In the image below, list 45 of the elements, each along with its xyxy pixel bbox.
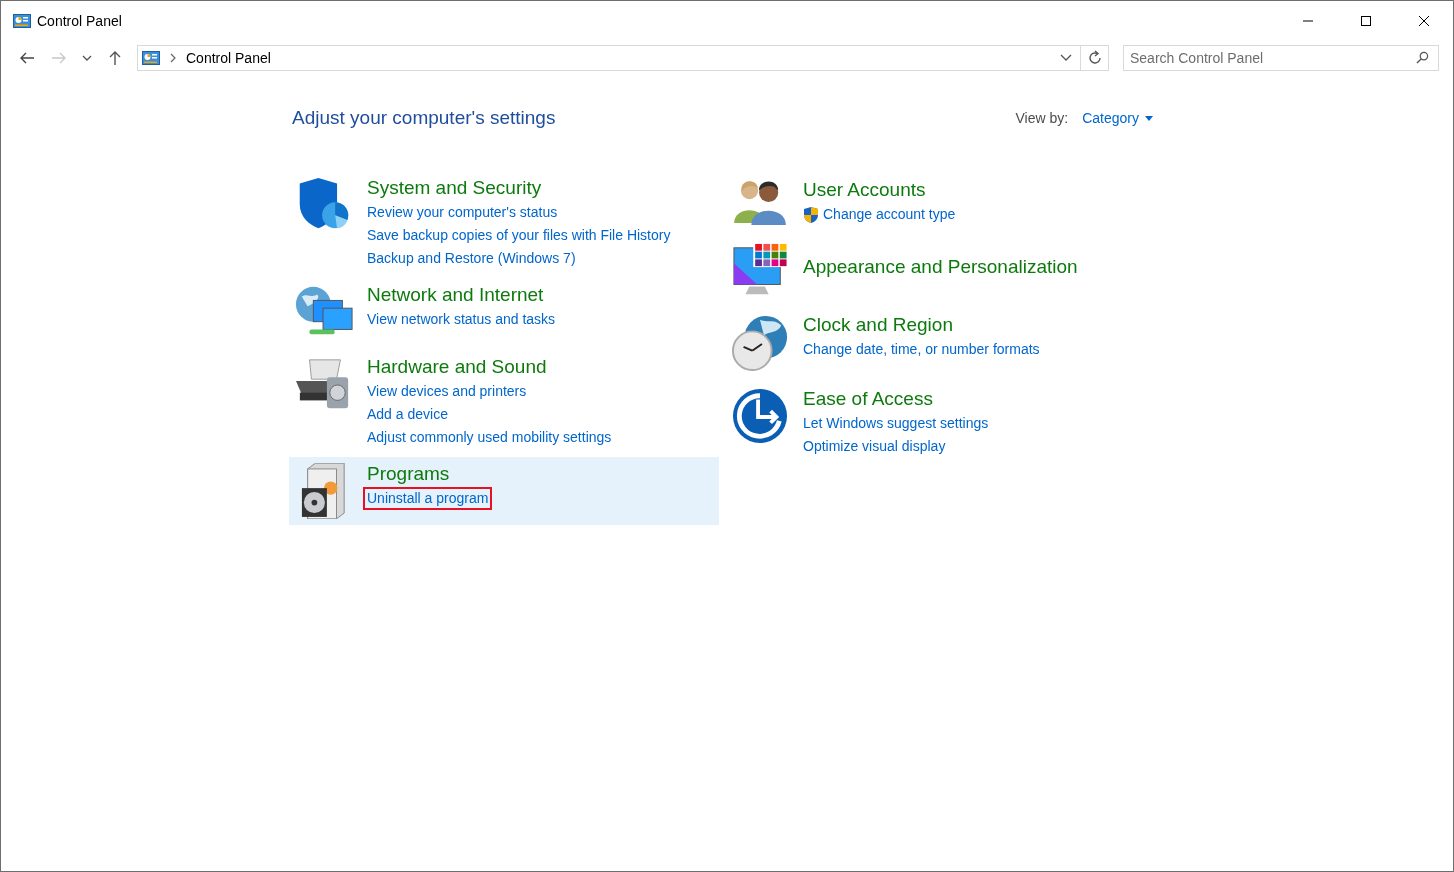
- chevron-icon: [170, 53, 176, 63]
- search-field[interactable]: Search Control Panel: [1123, 45, 1439, 71]
- caret-icon: [82, 55, 92, 61]
- task-link[interactable]: Adjust commonly used mobility settings: [363, 426, 616, 449]
- task-link[interactable]: Change account type: [819, 203, 960, 226]
- task-link[interactable]: View devices and printers: [363, 380, 531, 403]
- category-link[interactable]: User Accounts: [803, 177, 926, 203]
- address-bar[interactable]: Control Panel: [137, 45, 1081, 71]
- refresh-icon: [1086, 50, 1103, 66]
- clock-globe-icon: [731, 314, 789, 372]
- category-link[interactable]: System and Security: [367, 175, 542, 201]
- view-by-dropdown[interactable]: Category: [1082, 110, 1153, 126]
- search-icon: [1416, 51, 1429, 64]
- control-panel-icon: [13, 14, 31, 28]
- forward-arrow-icon: [51, 52, 67, 64]
- window-title: Control Panel: [37, 13, 122, 29]
- close-icon: [1419, 16, 1429, 26]
- task-link[interactable]: Change date, time, or number formats: [799, 338, 1044, 361]
- users-icon: [732, 179, 788, 225]
- category-link[interactable]: Hardware and Sound: [367, 354, 547, 380]
- ease-of-access-icon: [732, 388, 788, 444]
- back-arrow-icon: [19, 52, 35, 64]
- refresh-button[interactable]: [1081, 45, 1109, 71]
- view-by-label: View by:: [1015, 110, 1069, 126]
- task-link[interactable]: Review your computer's status: [363, 201, 562, 224]
- task-link[interactable]: Uninstall a program: [363, 487, 493, 510]
- task-link[interactable]: Save backup copies of your files with File History: [363, 224, 675, 247]
- breadcrumb-item[interactable]: Control Panel: [186, 50, 271, 66]
- category-link[interactable]: Ease of Access: [803, 386, 933, 412]
- task-link[interactable]: Add a device: [363, 403, 452, 426]
- control-panel-icon: [142, 51, 160, 65]
- category-link[interactable]: Appearance and Personalization: [803, 254, 1078, 280]
- maximize-icon: [1361, 16, 1371, 26]
- task-link[interactable]: Let Windows suggest settings: [799, 412, 993, 435]
- task-link[interactable]: View network status and tasks: [363, 308, 560, 331]
- category-link[interactable]: Programs: [367, 461, 450, 487]
- caret-icon: [1145, 115, 1153, 121]
- category-link[interactable]: Network and Internet: [367, 282, 544, 308]
- dropdown-caret-icon[interactable]: [1060, 54, 1072, 62]
- category-link[interactable]: Clock and Region: [803, 312, 953, 338]
- software-box-icon: [300, 463, 348, 519]
- up-arrow-icon: [109, 50, 121, 66]
- page-heading: Adjust your computer's settings: [292, 107, 556, 129]
- task-link[interactable]: Backup and Restore (Windows 7): [363, 247, 580, 270]
- task-link[interactable]: Optimize visual display: [799, 435, 950, 458]
